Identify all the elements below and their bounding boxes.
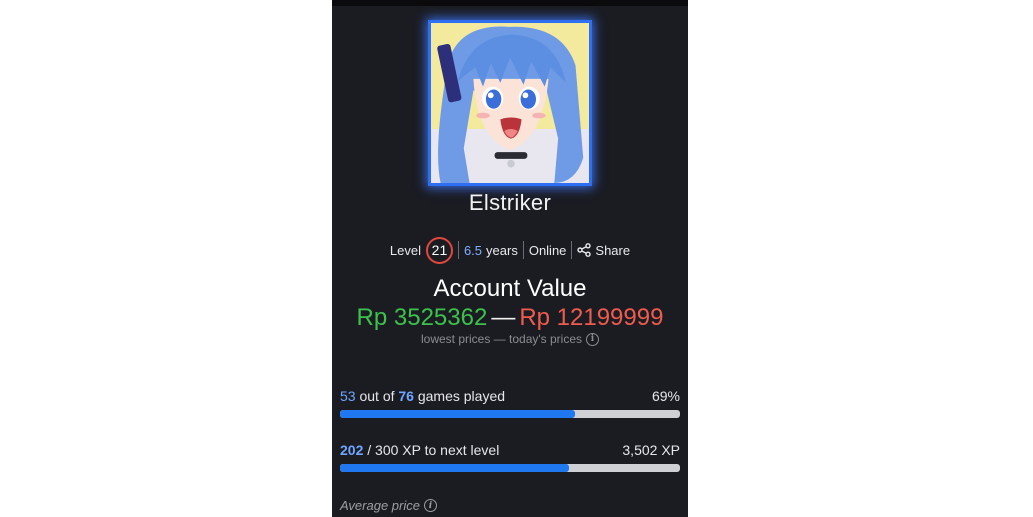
divider	[522, 241, 524, 259]
share-button[interactable]: Share	[577, 243, 630, 258]
account-value-low: Rp 3525362	[356, 304, 488, 331]
games-played-count: 53	[340, 388, 356, 404]
account-value-range: Rp 3525362— Rp 12199999	[332, 304, 688, 332]
xp-total: 3,502 XP	[622, 442, 680, 458]
games-out-of-label: out of	[359, 388, 395, 404]
avatar-image	[431, 23, 589, 183]
average-price-text: Average price	[340, 498, 420, 513]
average-price-label: Average price i	[340, 498, 437, 513]
profile-panel: Elstriker Level 21 6.5 years Online Shar…	[332, 0, 688, 517]
profile-meta-row: Level 21 6.5 years Online Share	[332, 235, 688, 265]
divider	[457, 241, 459, 259]
account-value-note: lowest prices — today's prices i	[332, 332, 688, 346]
account-value-title: Account Value	[433, 275, 587, 302]
games-percent: 69%	[651, 388, 680, 404]
xp-progress-bar	[340, 464, 680, 472]
xp-progress-fill	[340, 464, 569, 472]
xp-progress-row: 202 / 300 XP to next level 3,502 XP	[340, 442, 680, 458]
share-label: Share	[595, 242, 631, 258]
account-age-value: 6.5	[463, 242, 483, 258]
games-progress-fill	[340, 410, 575, 418]
xp-current: 202	[340, 442, 364, 458]
account-age-label: years	[486, 242, 518, 258]
avatar[interactable]	[428, 20, 592, 186]
top-bar	[332, 0, 688, 6]
account-value-note-text: lowest prices — today's prices	[420, 332, 582, 346]
username: Elstriker	[468, 190, 552, 215]
share-icon	[577, 243, 592, 257]
games-progress-bar	[340, 410, 680, 418]
account-value-high: Rp 12199999	[519, 304, 664, 331]
games-total-count: 76	[398, 388, 414, 404]
info-icon[interactable]: i	[423, 499, 437, 512]
online-status: Online	[528, 242, 567, 258]
account-value-dash: —	[491, 304, 516, 331]
games-progress-text: 53 out of 76 games played	[340, 388, 505, 404]
games-progress-row: 53 out of 76 games played 69%	[340, 388, 680, 404]
divider	[571, 241, 573, 259]
games-played-suffix: games played	[417, 388, 506, 404]
xp-progress-text: 202 / 300 XP to next level	[340, 442, 499, 458]
info-icon[interactable]: i	[586, 332, 599, 346]
xp-rest-label: / 300 XP to next level	[367, 442, 500, 458]
level-label: Level	[389, 242, 421, 258]
level-badge: 21	[425, 236, 453, 264]
